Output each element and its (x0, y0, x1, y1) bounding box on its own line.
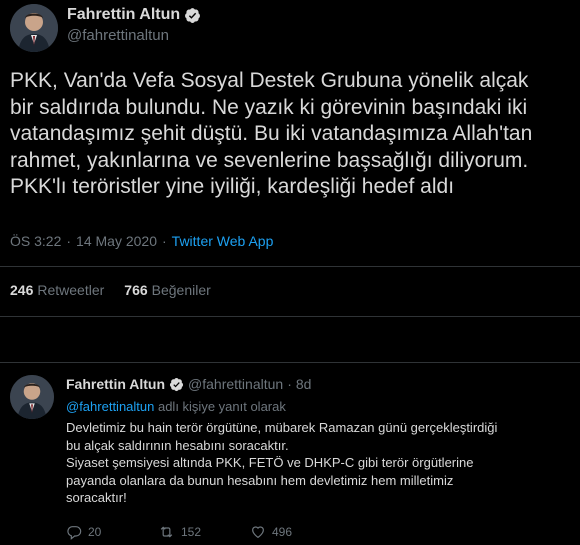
reply-count: 20 (88, 525, 102, 539)
retweets-count: 246 (10, 282, 34, 298)
reply-age[interactable]: 8d (296, 376, 312, 392)
reply-author-name[interactable]: Fahrettin Altun (66, 376, 165, 392)
reply-to-line: @fahrettinaltun adlı kişiye yanıt olarak (66, 399, 286, 414)
meta-separator: · (66, 233, 72, 249)
heart-icon (252, 526, 264, 539)
likes-stat[interactable]: 766 Beğeniler (124, 282, 211, 298)
tweet-time[interactable]: ÖS 3:22 (10, 233, 61, 249)
like-count: 496 (272, 525, 293, 539)
retweet-action[interactable]: 152 (158, 524, 250, 540)
verified-badge-icon (169, 377, 184, 391)
verified-badge-icon (185, 7, 201, 23)
likes-label: Beğeniler (151, 282, 211, 298)
reply-to-suffix: adlı kişiye yanıt olarak (154, 399, 286, 414)
divider (0, 266, 580, 267)
reply-tweet[interactable]: Fahrettin Altun @fahrettinaltun · 8d @fa… (0, 365, 580, 545)
main-tweet: Fahrettin Altun @fahrettinaltun PKK, Van… (0, 0, 580, 358)
author-handle[interactable]: @fahrettinaltun (67, 27, 169, 44)
likes-count: 766 (124, 282, 148, 298)
tweet-source-app[interactable]: Twitter Web App (172, 233, 274, 249)
reply-author-avatar[interactable] (10, 375, 54, 419)
tweet-stats: 246 Retweetler 766 Beğeniler (10, 282, 211, 298)
author-avatar[interactable] (10, 4, 58, 52)
reply-header: Fahrettin Altun @fahrettinaltun · 8d (66, 376, 311, 392)
tweet-meta: ÖS 3:22 · 14 May 2020 · Twitter Web App (10, 233, 273, 249)
header-separator: · (287, 376, 292, 392)
tweet-date[interactable]: 14 May 2020 (76, 233, 157, 249)
retweets-label: Retweetler (37, 282, 105, 298)
author-name[interactable]: Fahrettin Altun (67, 6, 201, 24)
reply-mention-link[interactable]: @fahrettinaltun (66, 399, 154, 414)
reply-icon (67, 526, 82, 540)
like-action[interactable]: 496 (250, 524, 342, 540)
reply-actions: 20 152 496 (66, 524, 342, 540)
reply-action[interactable]: 20 (66, 524, 158, 540)
retweets-stat[interactable]: 246 Retweetler (10, 282, 104, 298)
divider (0, 316, 580, 317)
reply-author-handle[interactable]: @fahrettinaltun (188, 376, 283, 392)
reply-text: Devletimiz bu hain terör örgütüne, mübar… (66, 420, 498, 505)
tweet-text: PKK, Van'da Vefa Sosyal Destek Grubuna y… (10, 69, 533, 198)
divider (0, 362, 580, 363)
author-name-text[interactable]: Fahrettin Altun (67, 6, 180, 24)
retweet-count: 152 (181, 525, 202, 539)
retweet-icon (160, 526, 173, 538)
meta-separator: · (162, 233, 167, 249)
